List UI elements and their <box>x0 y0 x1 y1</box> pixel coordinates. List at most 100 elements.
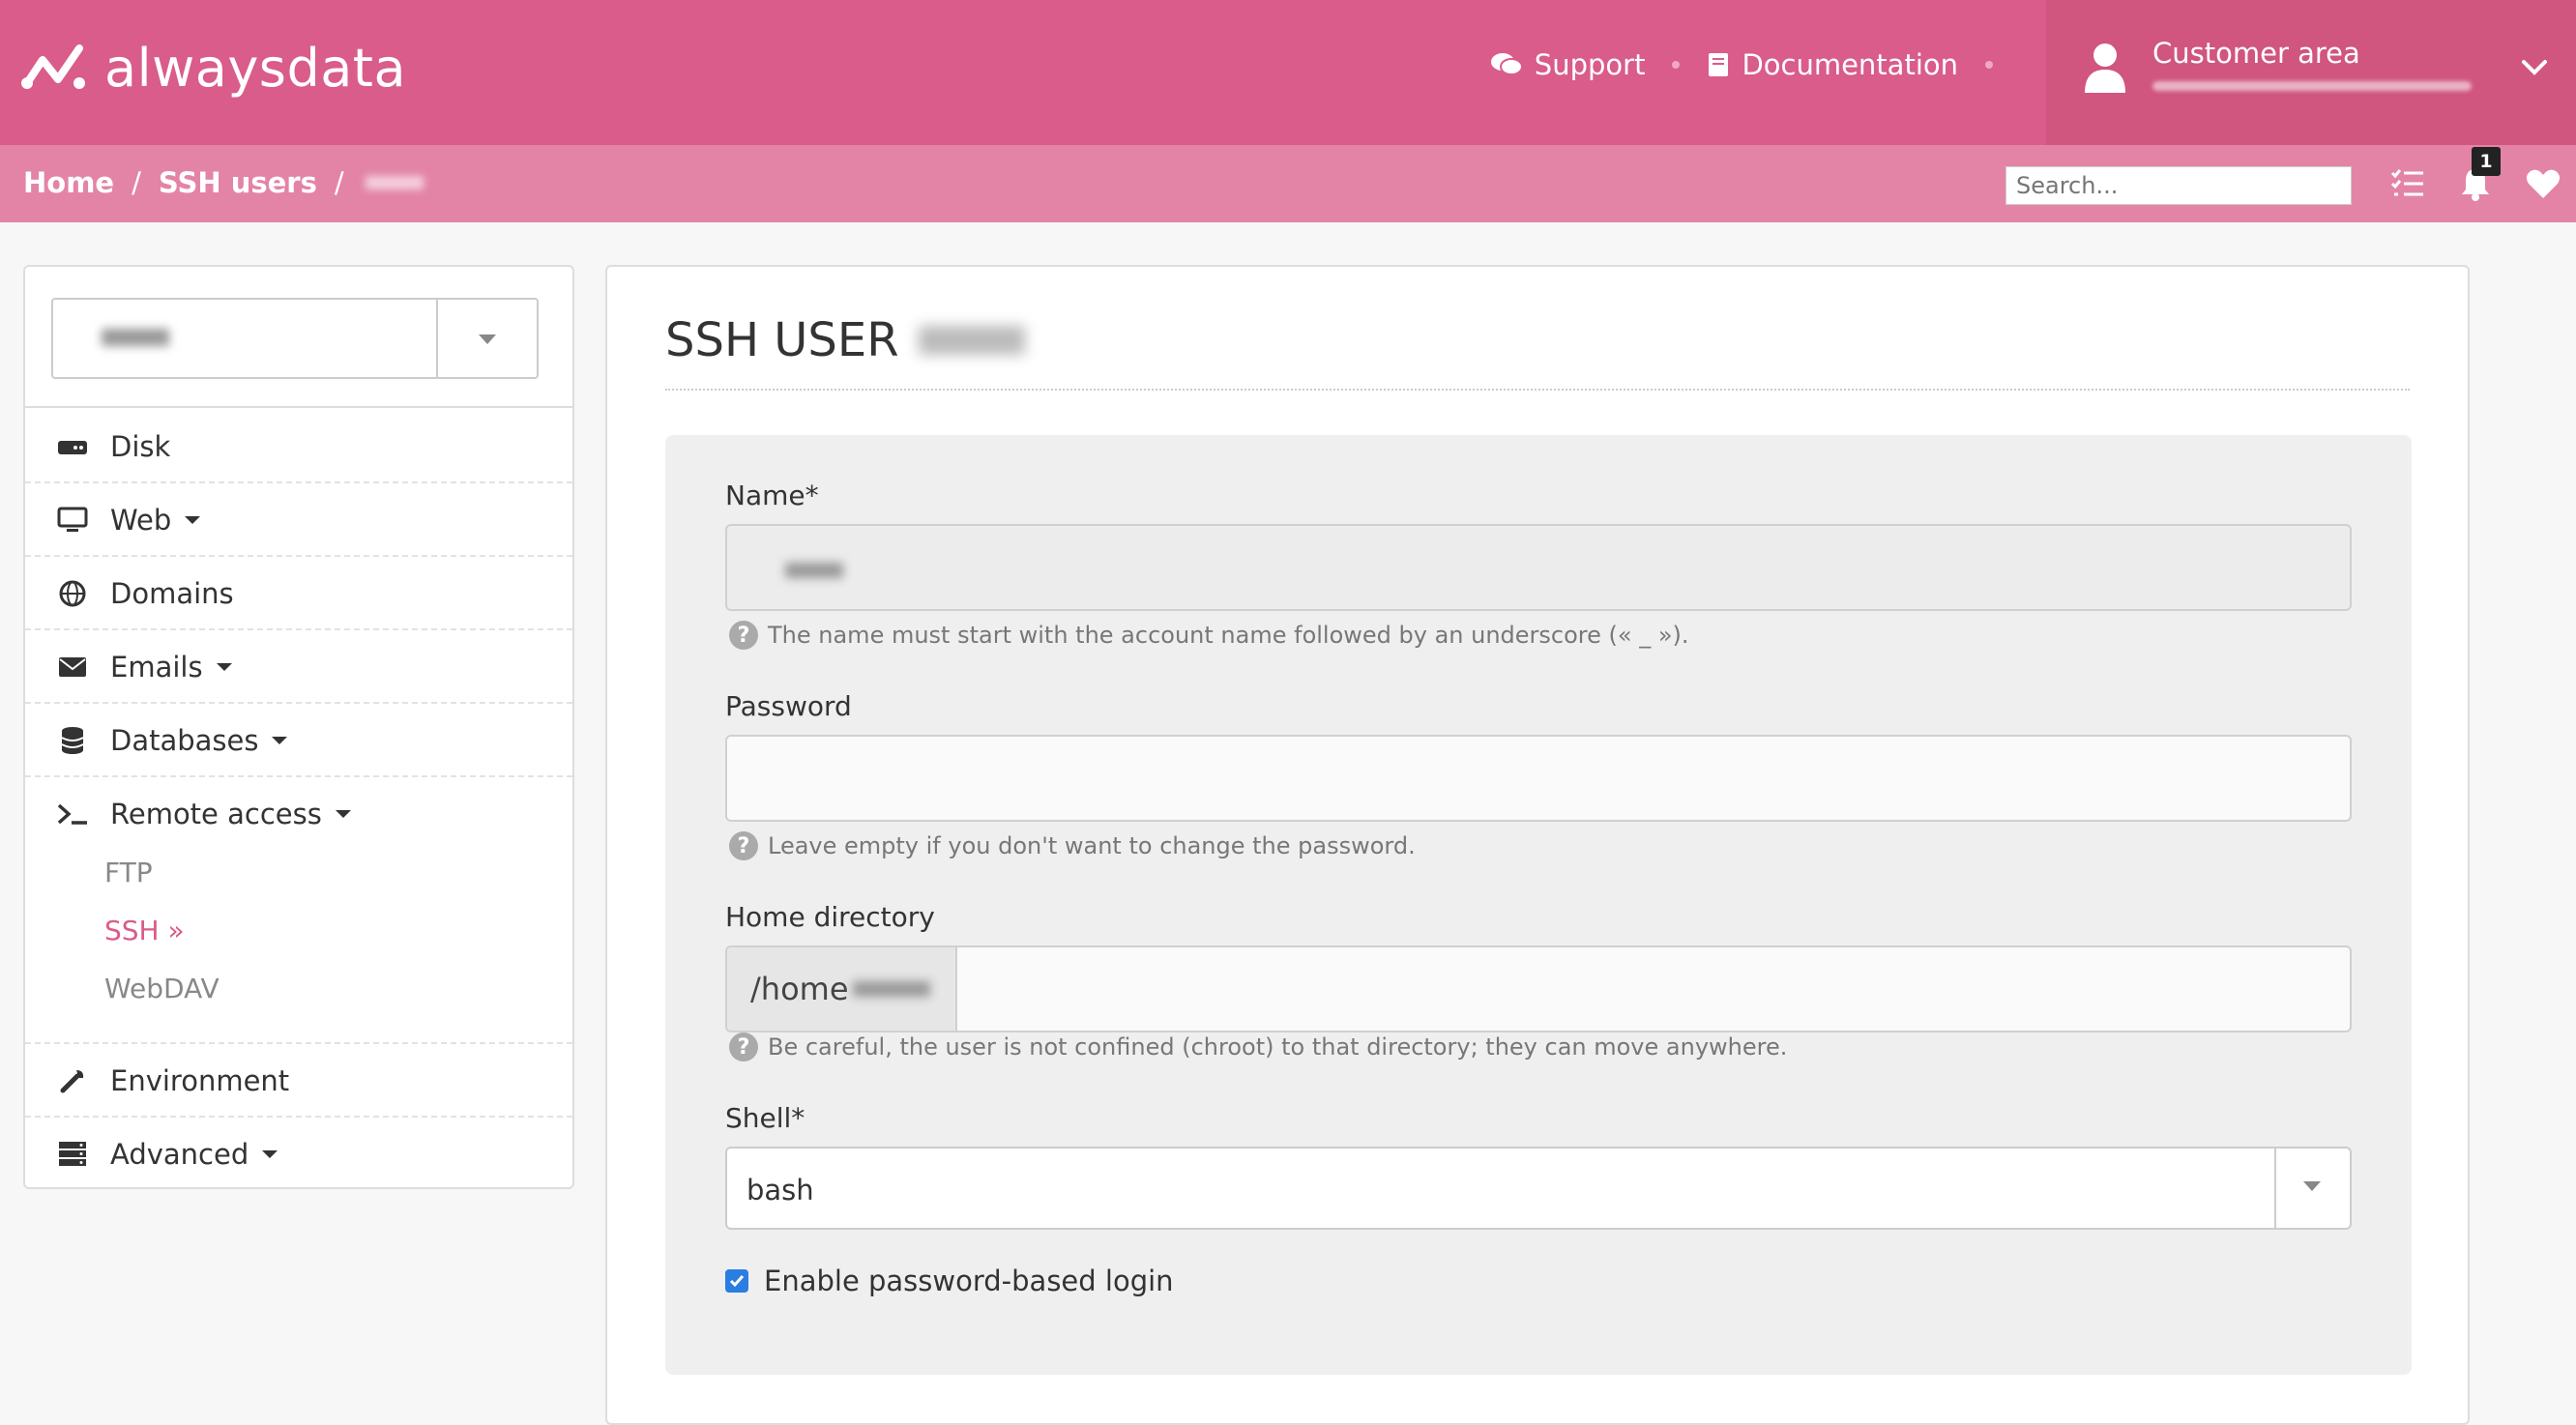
breadcrumb-separator: / <box>132 166 141 199</box>
home-directory-help: ? Be careful, the user is not confined (… <box>729 1032 1787 1061</box>
password-login-label: Enable password-based login <box>764 1265 1174 1297</box>
top-bar: alwaysdata Support Documentation Custome… <box>0 0 2576 145</box>
select-divider <box>436 300 438 377</box>
redacted-name-value <box>785 563 843 578</box>
sidebar-subitem-webdav[interactable]: WebDAV <box>104 973 220 1004</box>
sidebar-item-label: Databases <box>110 724 259 757</box>
help-icon: ? <box>729 1032 758 1061</box>
account-select[interactable] <box>51 298 539 379</box>
sidebar-item-remote-access[interactable]: Remote access <box>25 777 572 851</box>
breadcrumb-separator: / <box>334 166 344 199</box>
sidebar-item-web[interactable]: Web <box>25 483 572 557</box>
documentation-label: Documentation <box>1742 48 1958 81</box>
redacted-account-value <box>102 329 169 346</box>
sidebar-subitem-ssh[interactable]: SSH » <box>104 915 185 946</box>
breadcrumb: Home / SSH users / <box>23 166 424 199</box>
logo-icon <box>21 44 85 89</box>
disk-icon <box>56 432 89 461</box>
breadcrumb-ssh-users[interactable]: SSH users <box>159 166 317 199</box>
sidebar-item-domains[interactable]: Domains <box>25 557 572 630</box>
sidebar-item-label: Emails <box>110 651 203 683</box>
sidebar-item-emails[interactable]: Emails <box>25 630 572 704</box>
name-label: Name* <box>725 480 819 511</box>
user-icon <box>2085 44 2125 93</box>
sidebar-item-environment[interactable]: Environment <box>25 1044 572 1118</box>
sidebar-item-advanced[interactable]: Advanced <box>25 1118 572 1191</box>
customer-area-menu[interactable]: Customer area <box>2046 0 2576 145</box>
chevron-down-icon <box>2522 60 2547 75</box>
sidebar-item-label: Environment <box>110 1064 290 1097</box>
help-icon: ? <box>729 831 758 860</box>
caret-down-icon <box>2303 1181 2321 1191</box>
sidebar-item-label: Disk <box>110 430 171 463</box>
sidebar-item-label: Remote access <box>110 798 322 830</box>
shell-select[interactable]: bash <box>725 1147 2352 1230</box>
brand-name: alwaysdata <box>104 37 407 99</box>
documentation-link[interactable]: Documentation <box>1707 48 1958 81</box>
password-login-checkbox[interactable] <box>725 1269 748 1293</box>
page-title-text: SSH USER <box>665 313 899 367</box>
envelope-icon <box>56 653 89 682</box>
password-help-text: Leave empty if you don't want to change … <box>768 832 1416 859</box>
select-divider <box>2274 1149 2276 1228</box>
search-input[interactable] <box>2005 166 2352 205</box>
top-navigation: Support Documentation <box>1490 48 2020 81</box>
help-icon: ? <box>729 621 758 650</box>
heart-icon[interactable] <box>2524 164 2562 203</box>
caret-down-icon <box>479 334 496 344</box>
notification-count-badge: 1 <box>2472 147 2501 176</box>
home-directory-label: Home directory <box>725 901 935 933</box>
support-link[interactable]: Support <box>1490 48 1646 81</box>
main-content: SSH USER Name* ? The name must start wit… <box>605 265 2470 1425</box>
title-divider <box>665 389 2410 391</box>
book-icon <box>1709 53 1729 76</box>
sidebar-item-disk[interactable]: Disk <box>25 410 572 483</box>
sidebar-item-databases[interactable]: Databases <box>25 704 572 777</box>
redacted-breadcrumb-current <box>365 176 424 189</box>
checkmark-icon <box>729 1275 745 1288</box>
ssh-user-form: Name* ? The name must start with the acc… <box>665 435 2412 1375</box>
password-login-option[interactable]: Enable password-based login <box>725 1265 1174 1297</box>
wrench-icon <box>56 1066 89 1095</box>
sidebar: Disk Web Domains Emails Databases Remote… <box>23 265 574 1189</box>
database-icon <box>56 726 89 755</box>
password-field[interactable] <box>725 735 2352 822</box>
shell-label: Shell* <box>725 1102 805 1134</box>
caret-down-icon <box>185 516 201 524</box>
redacted-home-path <box>852 981 930 997</box>
chat-icon <box>1490 53 1523 75</box>
sidebar-item-label: Web <box>110 504 172 537</box>
shell-value: bash <box>746 1174 814 1207</box>
customer-area-label: Customer area <box>2152 37 2360 70</box>
caret-down-icon <box>272 737 288 744</box>
globe-icon <box>56 579 89 608</box>
name-help: ? The name must start with the account n… <box>729 621 1689 650</box>
password-label: Password <box>725 690 852 722</box>
sidebar-item-label: Advanced <box>110 1138 249 1171</box>
breadcrumb-bar: Home / SSH users / <box>0 145 2576 222</box>
breadcrumb-home[interactable]: Home <box>23 166 114 199</box>
server-icon <box>56 1140 89 1169</box>
caret-down-icon <box>262 1150 278 1158</box>
brand-logo[interactable]: alwaysdata <box>21 37 406 99</box>
name-field <box>725 524 2352 611</box>
home-prefix-text: /home <box>750 971 849 1007</box>
nav-separator <box>1672 61 1681 69</box>
support-label: Support <box>1534 48 1646 81</box>
sidebar-subitem-ftp[interactable]: FTP <box>104 857 153 888</box>
redacted-username <box>918 326 1025 355</box>
monitor-icon <box>56 506 89 535</box>
sidebar-divider <box>25 406 572 408</box>
caret-down-icon <box>335 810 351 818</box>
sidebar-item-label: Domains <box>110 577 234 610</box>
home-help-text: Be careful, the user is not confined (ch… <box>768 1033 1788 1061</box>
redacted-account-name <box>2152 81 2472 91</box>
caret-down-icon <box>216 663 232 671</box>
nav-separator <box>1985 61 1993 69</box>
terminal-icon <box>56 800 89 829</box>
tasks-icon[interactable] <box>2388 164 2427 203</box>
password-help: ? Leave empty if you don't want to chang… <box>729 831 1416 860</box>
page-title: SSH USER <box>665 313 1025 367</box>
home-directory-field[interactable]: /home <box>725 945 2352 1032</box>
name-help-text: The name must start with the account nam… <box>768 622 1689 649</box>
